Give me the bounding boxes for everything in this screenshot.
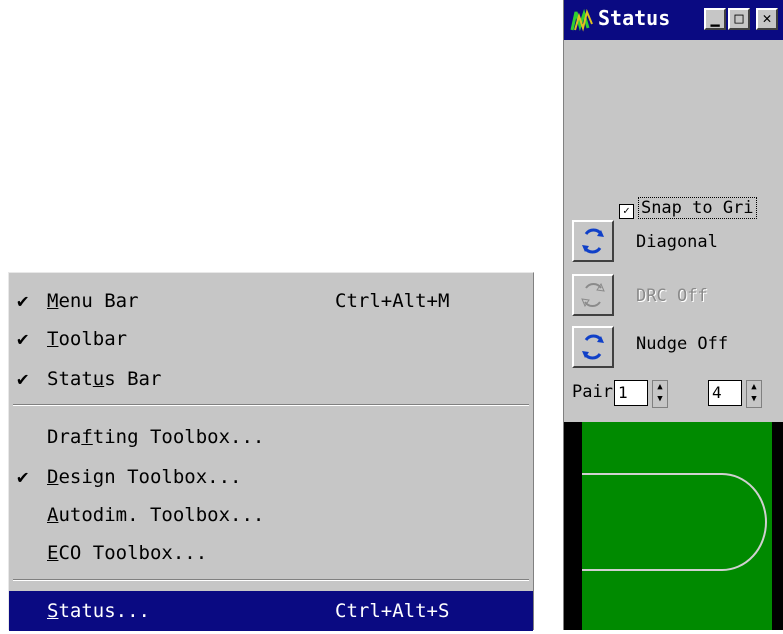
menu-item-label: Toolbar	[47, 328, 128, 350]
snap-to-grid-label: Snap to Gri	[637, 197, 757, 219]
minimize-button[interactable]: ▁	[704, 8, 726, 30]
pair-first-field[interactable]: 1	[614, 380, 648, 406]
app-icon	[570, 8, 594, 32]
menu-item-design-toolbox[interactable]: ✔ Design Toolbox...	[9, 457, 533, 497]
check-icon: ✔	[17, 368, 29, 390]
menu-item-eco-toolbox[interactable]: ECO Toolbox...	[9, 533, 533, 573]
rotate-arrows-icon	[582, 228, 604, 254]
spin-arrows-icon[interactable]: ▲ ▼	[652, 380, 668, 408]
pad-preview	[564, 422, 783, 630]
menu-item-label: Menu Bar	[47, 290, 139, 312]
menu-separator	[13, 404, 529, 406]
check-icon: ✔	[17, 466, 29, 488]
pair-second-field[interactable]: 4	[708, 380, 742, 406]
menu-item-label: Drafting Toolbox...	[47, 426, 265, 448]
menu-item-label: Autodim. Toolbox...	[47, 504, 265, 526]
check-icon: ✔	[17, 328, 29, 350]
menu-item-toolbar[interactable]: ✔ Toolbar	[9, 319, 533, 359]
close-button[interactable]: ✕	[756, 8, 778, 30]
menu-item-label: ECO Toolbox...	[47, 542, 208, 564]
pad-shape	[579, 473, 767, 571]
menu-item-shortcut: Ctrl+Alt+S	[335, 600, 450, 622]
preview-canvas	[579, 422, 772, 630]
pair-label: Pair	[572, 382, 613, 402]
drc-label: DRC Off	[636, 286, 708, 306]
window-title: Status	[598, 6, 671, 30]
menu-item-status-bar[interactable]: ✔ Status Bar	[9, 359, 533, 399]
menu-item-drafting-toolbox[interactable]: Drafting Toolbox...	[9, 417, 533, 457]
check-icon: ✔	[17, 290, 29, 312]
menu-item-menu-bar[interactable]: ✔ Menu Bar Ctrl+Alt+M	[9, 281, 533, 321]
title-bar[interactable]: Status ▁ □ ✕	[564, 0, 783, 40]
diagonal-button[interactable]	[572, 220, 614, 262]
maximize-button[interactable]: □	[728, 8, 750, 30]
status-window: Status ▁ □ ✕ ✓ Snap to Gri Diagonal DRC O…	[563, 0, 783, 630]
menu-item-status[interactable]: Status... Ctrl+Alt+S	[9, 591, 533, 631]
menu-item-label: Status...	[47, 600, 150, 622]
rotate-arrows-icon	[582, 334, 604, 360]
menu-item-label: Status Bar	[47, 368, 162, 390]
rotate-arrows-icon	[581, 282, 605, 308]
checkbox-icon[interactable]: ✓	[618, 204, 634, 219]
menu-separator	[13, 579, 529, 581]
menu-item-autodim-toolbox[interactable]: Autodim. Toolbox...	[9, 495, 533, 535]
menu-item-shortcut: Ctrl+Alt+M	[335, 290, 450, 312]
menu-item-label: Design Toolbox...	[47, 466, 242, 488]
spin-arrows-icon[interactable]: ▲ ▼	[746, 380, 762, 408]
diagonal-label: Diagonal	[636, 232, 718, 252]
drc-button	[572, 274, 614, 316]
nudge-button[interactable]	[572, 326, 614, 368]
nudge-label: Nudge Off	[636, 334, 729, 354]
view-menu: ✔ Menu Bar Ctrl+Alt+M ✔ Toolbar ✔ Status…	[8, 272, 534, 631]
